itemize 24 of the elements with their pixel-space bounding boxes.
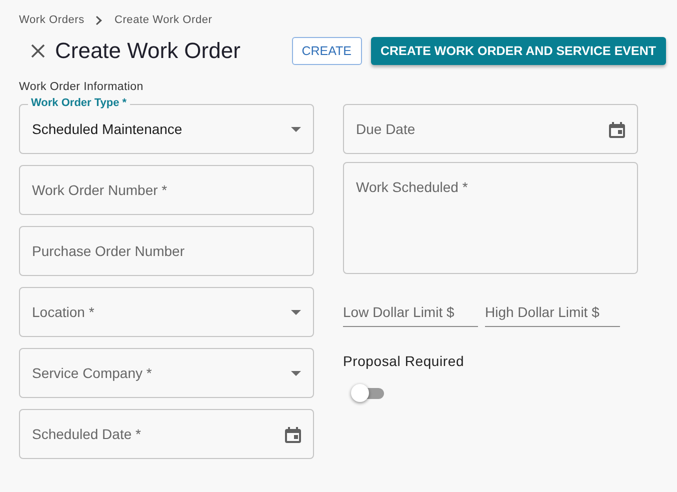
- close-icon[interactable]: [31, 44, 45, 58]
- text-field[interactable]: High Dollar Limit $: [485, 299, 620, 327]
- caret-down-icon[interactable]: [291, 126, 301, 132]
- select-field[interactable]: Service Company *: [19, 348, 314, 398]
- breadcrumb-link[interactable]: Work Orders: [19, 14, 84, 26]
- toggle-switch[interactable]: [351, 383, 385, 403]
- caret-down-icon[interactable]: [291, 370, 301, 376]
- text-field[interactable]: Purchase Order Number: [19, 226, 314, 276]
- text-area[interactable]: Work Scheduled *: [343, 162, 638, 274]
- create-button[interactable]: CREATE: [292, 37, 362, 65]
- select-field[interactable]: Location *: [19, 287, 314, 337]
- page-title: Create Work Order: [55, 38, 240, 64]
- create-with-event-button[interactable]: CREATE WORK ORDER AND SERVICE EVENT: [370, 37, 666, 65]
- calendar-icon[interactable]: [285, 426, 301, 442]
- text-field[interactable]: Work Order Number *: [19, 165, 314, 215]
- caret-down-icon[interactable]: [291, 310, 301, 314]
- toggle-label: Proposal Required: [343, 353, 466, 369]
- date-field[interactable]: Due Date: [343, 104, 638, 154]
- text-field[interactable]: Low Dollar Limit $: [343, 299, 478, 327]
- chevron-right-icon[interactable]: [96, 16, 102, 24]
- calendar-icon[interactable]: [609, 120, 625, 138]
- section-label: Work Order Information: [19, 80, 144, 94]
- date-field[interactable]: Scheduled Date *: [19, 409, 314, 459]
- breadcrumb-link[interactable]: Create Work Order: [114, 14, 212, 26]
